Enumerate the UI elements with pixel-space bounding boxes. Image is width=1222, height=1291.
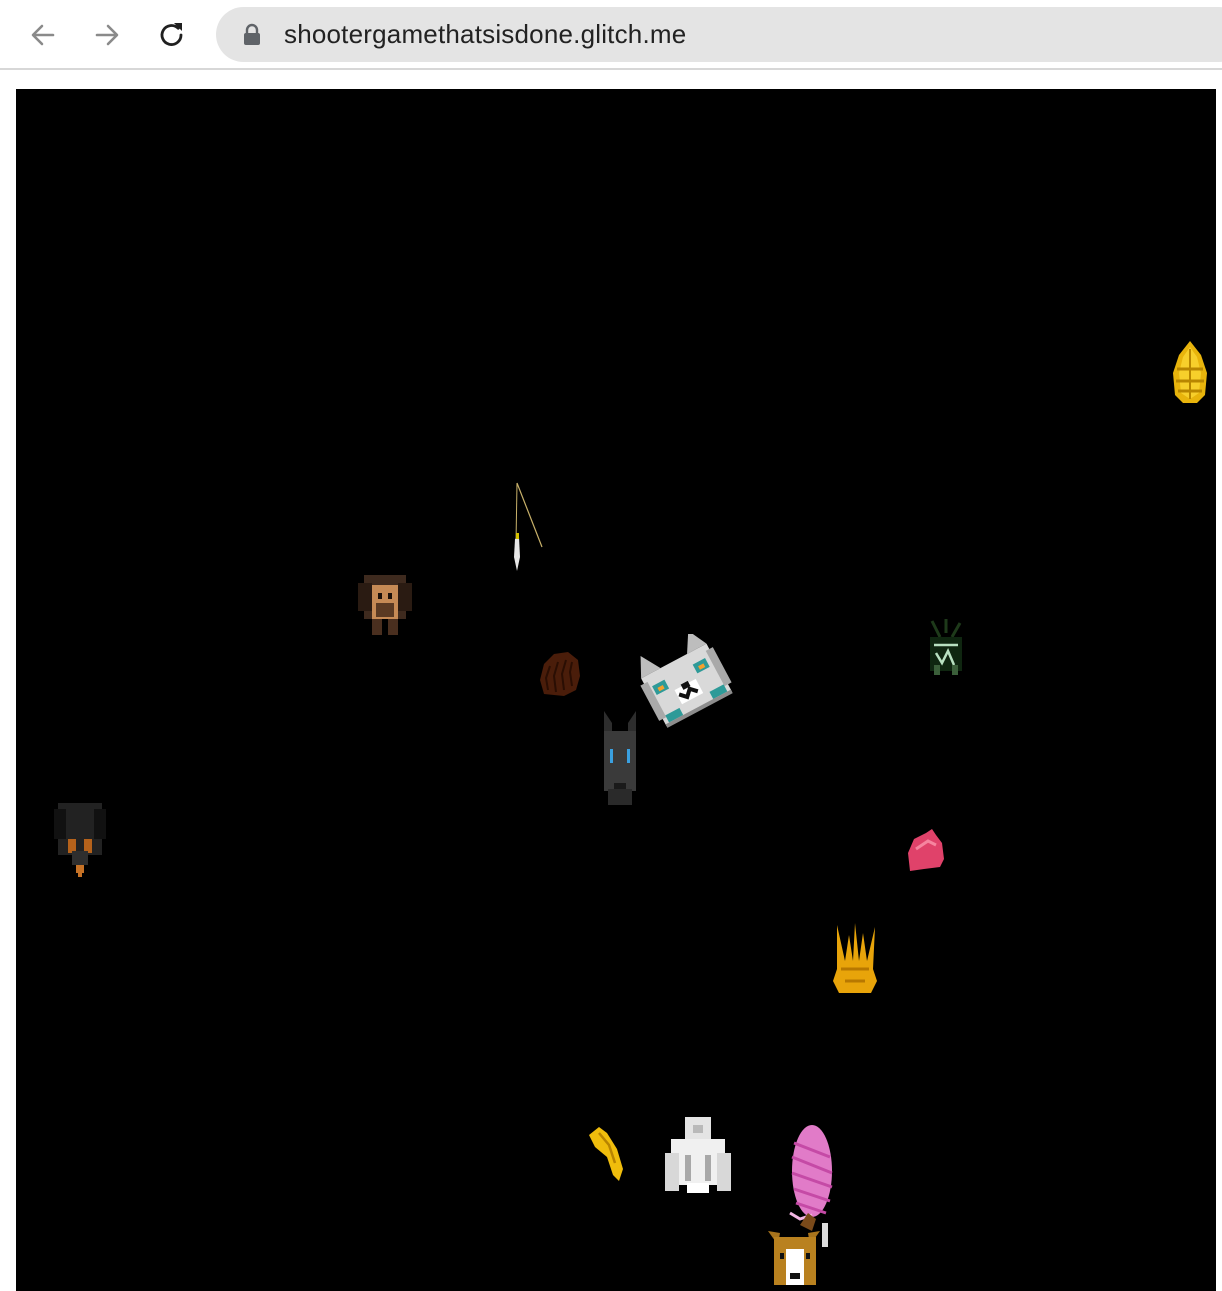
pink-yarn-ball-sprite: [786, 1123, 834, 1223]
browser-toolbar: shootergamethatsisdone.glitch.me: [0, 0, 1222, 70]
lock-icon[interactable]: [240, 23, 264, 47]
url-text[interactable]: shootergamethatsisdone.glitch.me: [284, 19, 686, 50]
reload-button[interactable]: [151, 14, 193, 56]
dark-green-creature-sprite: [926, 619, 966, 679]
gold-shield-sprite: [1171, 339, 1209, 405]
corgi-dog-sprite: [764, 1209, 834, 1291]
doberman-dog-sprite: [600, 709, 640, 809]
yellow-claw-sprite: [585, 1125, 625, 1183]
white-dog-sprite: [663, 1115, 733, 1195]
back-button[interactable]: [22, 14, 64, 56]
black-tan-dog-sprite: [54, 799, 106, 879]
forward-button[interactable]: [86, 14, 128, 56]
fishing-rod-sprite: [506, 481, 546, 573]
address-bar[interactable]: shootergamethatsisdone.glitch.me: [216, 7, 1222, 62]
dark-brown-dog-sprite: [538, 650, 582, 698]
gold-crown-flame-sprite: [831, 921, 879, 997]
reload-icon: [156, 19, 188, 51]
arrow-left-icon: [27, 19, 59, 51]
player-cat-sprite[interactable]: [635, 634, 737, 734]
arrow-right-icon: [91, 19, 123, 51]
page-body: [0, 72, 1222, 1291]
brown-pug-dog-sprite: [358, 573, 412, 637]
game-canvas[interactable]: [16, 89, 1216, 1291]
pink-blob-sprite: [906, 829, 946, 873]
